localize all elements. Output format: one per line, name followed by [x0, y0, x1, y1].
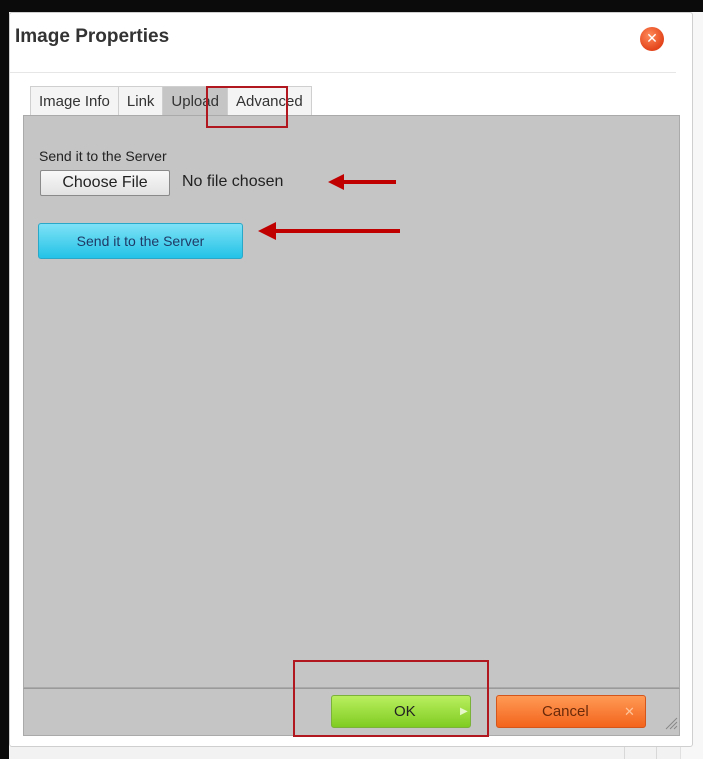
- close-x-icon: ✕: [624, 704, 635, 719]
- arrow-head: [258, 222, 276, 240]
- resize-grip-icon[interactable]: [664, 716, 678, 730]
- dialog-title: Image Properties: [15, 26, 170, 47]
- file-status-text: No file chosen: [182, 173, 284, 190]
- send-to-server-label: Send it to the Server: [39, 148, 167, 164]
- grip-line: [669, 721, 678, 730]
- annotation-arrow-file: [328, 174, 396, 190]
- upload-tab-panel: [23, 115, 680, 688]
- arrow-head: [328, 174, 344, 190]
- upload-tab-highlight-box: [206, 86, 288, 128]
- window-frame-top: [0, 0, 703, 12]
- annotation-arrow-send: [258, 222, 400, 240]
- tab-image-info[interactable]: Image Info: [30, 86, 119, 115]
- cancel-button[interactable]: Cancel ✕: [496, 695, 646, 728]
- window-frame-left: [0, 0, 9, 759]
- grip-line: [673, 725, 678, 730]
- title-separator: [10, 72, 676, 73]
- cancel-button-label: Cancel: [542, 703, 589, 720]
- close-icon[interactable]: ✕: [640, 27, 664, 51]
- choose-file-button[interactable]: Choose File: [40, 170, 170, 196]
- tab-link[interactable]: Link: [118, 86, 164, 115]
- ok-button-highlight-box: [293, 660, 489, 737]
- send-to-server-button[interactable]: Send it to the Server: [38, 223, 243, 259]
